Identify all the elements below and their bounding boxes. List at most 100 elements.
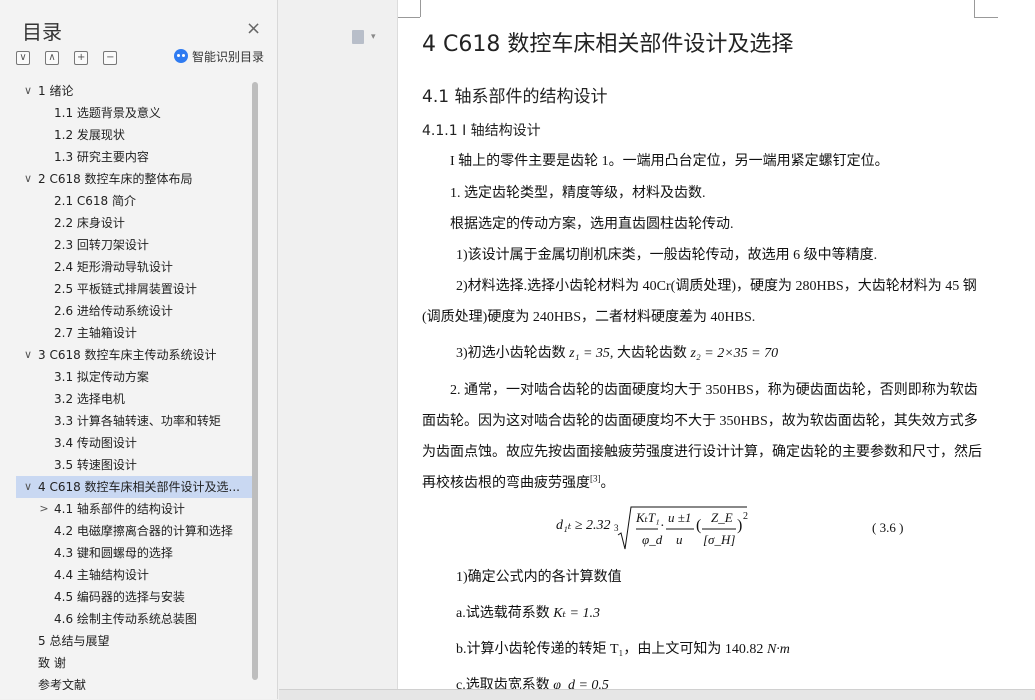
toc-item-label: 1.1 选题背景及意义 xyxy=(54,106,161,120)
toc-item[interactable]: 3.3 计算各轴转速、功率和转矩 xyxy=(16,410,252,432)
formula-lhs: d₁ₜ ≥ 2.32 xyxy=(556,518,611,533)
crop-mark xyxy=(974,0,975,17)
toc-item-label: 3 C618 数控车床主传动系统设计 xyxy=(38,348,217,362)
toc-item[interactable]: 2.7 主轴箱设计 xyxy=(16,322,252,344)
toc-item[interactable]: 5 总结与展望 xyxy=(16,630,252,652)
toc-item-label: 1.3 研究主要内容 xyxy=(54,150,149,164)
toc-item[interactable]: 4.3 键和圆螺母的选择 xyxy=(16,542,252,564)
toc-item[interactable]: 4.5 编码器的选择与安装 xyxy=(16,586,252,608)
text: 大齿轮齿数 xyxy=(616,346,687,361)
toc-item-label: 2.7 主轴箱设计 xyxy=(54,326,137,340)
toc-item[interactable]: 3.2 选择电机 xyxy=(16,388,252,410)
toc-scrollbar[interactable] xyxy=(252,82,258,680)
toc-item[interactable]: 3.1 拟定传动方案 xyxy=(16,366,252,388)
formula-paren-open: ( xyxy=(696,517,702,534)
toc-item-label: 4.6 绘制主传动系统总装图 xyxy=(54,612,197,626)
toc-item-label: 3.4 传动图设计 xyxy=(54,436,137,450)
heading-3: 4.1.1 I 轴结构设计 xyxy=(422,123,541,139)
paragraph: 1)确定公式内的各计算数值 xyxy=(456,570,622,585)
chevron-right-icon[interactable]: > xyxy=(38,498,50,520)
chevron-down-icon[interactable]: ∨ xyxy=(22,344,34,366)
close-icon[interactable]: × xyxy=(246,18,261,39)
toc-item-label: 3.3 计算各轴转速、功率和转矩 xyxy=(54,414,221,428)
document-icon[interactable] xyxy=(352,30,364,44)
chevron-down-icon[interactable]: ∨ xyxy=(22,476,34,498)
toc-item-label: 3.1 拟定传动方案 xyxy=(54,370,149,384)
formula-frac3-num: Z_E xyxy=(711,510,733,525)
toc-title: 目录 xyxy=(22,20,62,44)
toc-item[interactable]: 4.2 电磁摩擦离合器的计算和选择 xyxy=(16,520,252,542)
text: 再校核齿根的弯曲疲劳强度 xyxy=(422,476,590,491)
collapse-all-icon[interactable]: ∨ xyxy=(16,50,30,65)
ai-robot-icon xyxy=(174,49,188,63)
toc-item[interactable]: 1.1 选题背景及意义 xyxy=(16,102,252,124)
toc-item[interactable]: 4.6 绘制主传动系统总装图 xyxy=(16,608,252,630)
formula-paren-close: ) xyxy=(737,517,743,534)
math-z2: z₂ = 2×35 = 70 xyxy=(690,346,779,361)
toc-item[interactable]: 2.6 进给传动系统设计 xyxy=(16,300,252,322)
toc-item[interactable]: 2.2 床身设计 xyxy=(16,212,252,234)
text: a.试选载荷系数 xyxy=(456,606,550,621)
math-unit: N·m xyxy=(766,642,790,657)
toc-item-label: 1 绪论 xyxy=(38,84,74,98)
math-z1: z₁ = 35, xyxy=(569,346,614,361)
smart-toc-label: 智能识别目录 xyxy=(192,50,265,64)
toc-item[interactable]: 3.4 传动图设计 xyxy=(16,432,252,454)
toc-item[interactable]: ∨ 1 绪论 xyxy=(16,80,252,102)
toc-item-label: 参考文献 xyxy=(38,678,87,690)
toc-item-label: 2.4 矩形滑动导轨设计 xyxy=(54,260,173,274)
paragraph: b.计算小齿轮传递的转矩 T₁，由上文可知为 140.82 N·m xyxy=(456,638,790,658)
formula-frac2-num: u ±1 xyxy=(668,510,692,525)
crop-mark xyxy=(420,0,421,17)
toc-item[interactable]: 2.4 矩形滑动导轨设计 xyxy=(16,256,252,278)
toc-item[interactable]: ∨ 3 C618 数控车床主传动系统设计 xyxy=(16,344,252,366)
citation: [3] xyxy=(590,473,601,484)
paragraph: 2)材料选择.选择小齿轮材料为 40Cr(调质处理)，硬度为 280HBS，大齿… xyxy=(456,279,977,294)
chevron-down-icon[interactable]: ▾ xyxy=(371,32,376,42)
toc-item[interactable]: 参考文献 xyxy=(16,674,252,690)
toc-item-label: 2.5 平板链式排屑装置设计 xyxy=(54,282,197,296)
formula-number: ( 3.6 ) xyxy=(872,520,904,535)
toc-item[interactable]: 4.4 主轴结构设计 xyxy=(16,564,252,586)
toc-item[interactable]: 2.1 C618 简介 xyxy=(16,190,252,212)
toc-item[interactable]: ∨ 2 C618 数控车床的整体布局 xyxy=(16,168,252,190)
toc-item[interactable]: 1.2 发展现状 xyxy=(16,124,252,146)
toc-item-label: 2.3 回转刀架设计 xyxy=(54,238,149,252)
toc-item-label: 4.3 键和圆螺母的选择 xyxy=(54,546,173,560)
toc-item-label: 2.6 进给传动系统设计 xyxy=(54,304,173,318)
toc-item[interactable]: 致 谢 xyxy=(16,652,252,674)
horizontal-scrollbar[interactable] xyxy=(279,689,1035,700)
toc-item-label: 2 C618 数控车床的整体布局 xyxy=(38,172,193,186)
crop-mark xyxy=(398,17,420,18)
toc-list: ∨ 1 绪论 1.1 选题背景及意义 1.2 发展现状 1.3 研究主要内容 ∨ 2 C61… xyxy=(16,80,254,690)
toc-item[interactable]: 1.3 研究主要内容 xyxy=(16,146,252,168)
paragraph: 3)初选小齿轮齿数 z₁ = 35, 大齿轮齿数 z₂ = 2×35 = 70 xyxy=(456,342,778,362)
toc-item[interactable]: 3.5 转速图设计 xyxy=(16,454,252,476)
toc-item-label: 2.1 C618 简介 xyxy=(54,194,136,208)
paragraph: 2. 通常，一对啮合齿轮的齿面硬度均大于 350HBS，称为硬齿面齿轮，否则即称… xyxy=(450,383,978,398)
expand-all-icon[interactable]: ∧ xyxy=(45,50,60,65)
text: 3)初选小齿轮齿数 xyxy=(456,346,566,361)
text: b.计算小齿轮传递的转矩 T₁，由上文可知为 140.82 xyxy=(456,642,764,657)
toc-item-label: 1.2 发展现状 xyxy=(54,128,125,142)
remove-heading-icon[interactable]: − xyxy=(103,50,118,65)
toc-item[interactable]: 2.5 平板链式排屑装置设计 xyxy=(16,278,252,300)
toc-item-label: 3.5 转速图设计 xyxy=(54,458,137,472)
toc-item[interactable]: >4.1 轴系部件的结构设计 xyxy=(16,498,252,520)
chevron-down-icon[interactable]: ∨ xyxy=(22,168,34,190)
toc-item-label: 5 总结与展望 xyxy=(38,634,110,648)
paragraph: a.试选载荷系数 Kₜ = 1.3 xyxy=(456,602,600,622)
add-heading-icon[interactable]: + xyxy=(74,50,89,65)
paragraph: 根据选定的传动方案，选用直齿圆柱齿轮传动. xyxy=(450,217,734,232)
toc-item-label: 致 谢 xyxy=(38,656,66,670)
toc-item[interactable]: ∨ 4 C618 数控车床相关部件设计及选... xyxy=(16,476,252,498)
toc-item[interactable]: 2.3 回转刀架设计 xyxy=(16,234,252,256)
crop-mark xyxy=(974,17,998,18)
chevron-down-icon[interactable]: ∨ xyxy=(22,80,34,102)
paragraph: 为齿面点蚀。故应先按齿面接触疲劳强度进行设计计算，确定齿轮的主要参数和尺寸，然后 xyxy=(422,445,982,460)
formula-dot: · xyxy=(660,519,665,534)
formula-exponent: 2 xyxy=(743,511,748,522)
toc-item-label: 4.5 编码器的选择与安装 xyxy=(54,590,185,604)
toc-item-label: 4.2 电磁摩擦离合器的计算和选择 xyxy=(54,524,233,538)
smart-toc-button[interactable]: 智能识别目录 xyxy=(174,48,264,65)
